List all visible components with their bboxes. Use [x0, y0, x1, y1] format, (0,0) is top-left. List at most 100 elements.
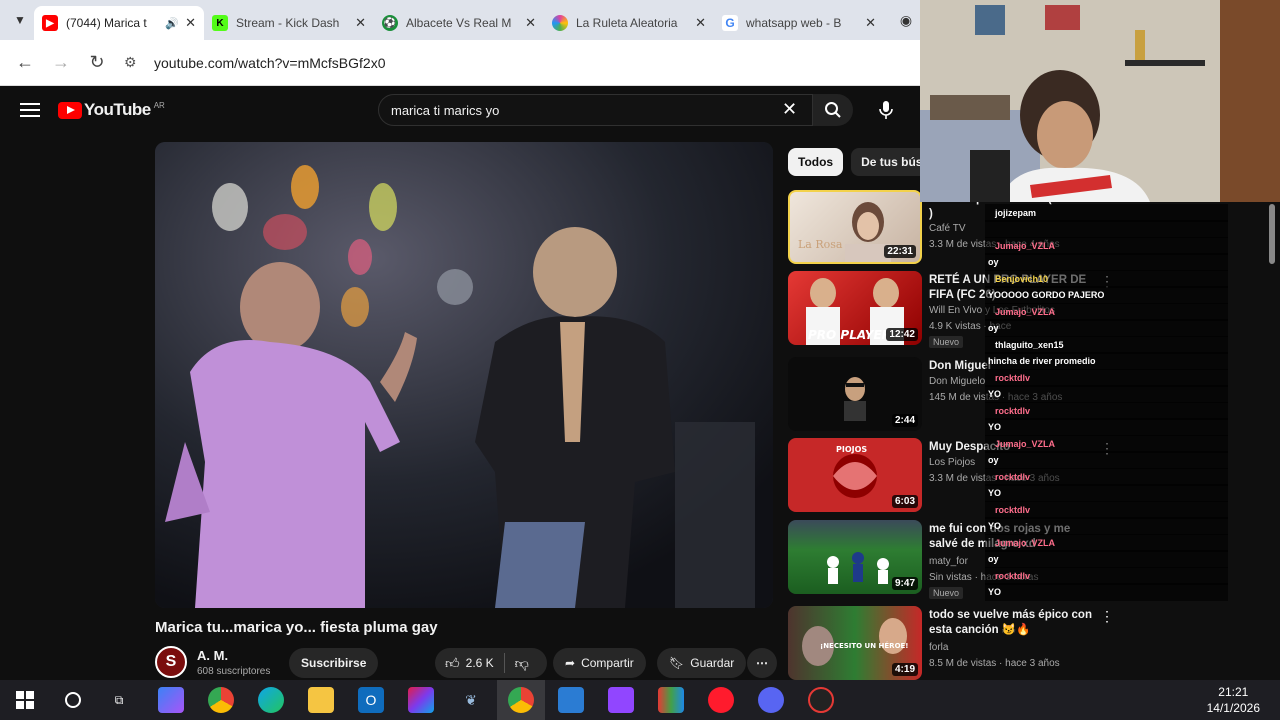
video-title[interactable]: todo se vuelve más épico con esta canció… — [929, 608, 1099, 638]
channel-name[interactable]: A. M. — [197, 648, 228, 663]
chat-username[interactable]: rocktdlv — [995, 571, 1030, 581]
microphone-icon — [879, 101, 893, 119]
video-player[interactable] — [155, 142, 773, 608]
back-button[interactable]: ← — [10, 48, 40, 78]
chat-message-body: YO — [985, 583, 1228, 601]
tab-search-dropdown[interactable]: ▼ — [6, 5, 34, 35]
list-item[interactable]: ¡NECESITO UN HÉROE! 4:19 todo se vuelve … — [788, 606, 1228, 686]
scrollbar-thumb[interactable] — [1269, 204, 1275, 264]
chip-label: Todos — [798, 155, 834, 169]
video-thumbnail[interactable]: ¡NECESITO UN HÉROE! 4:19 — [788, 606, 922, 680]
chat-text: oy — [988, 554, 999, 564]
avatar[interactable]: S — [155, 646, 187, 678]
chat-text: YO — [988, 422, 1002, 432]
search-icon[interactable] — [60, 687, 86, 713]
chrome-icon[interactable] — [208, 687, 234, 713]
chat-message-body: oy — [985, 550, 1228, 568]
forward-button[interactable]: → — [46, 48, 76, 78]
chat-username[interactable]: Jumajo_VZLA — [995, 241, 1055, 251]
tab-title: Albacete Vs Real M — [406, 16, 512, 30]
video-thumbnail[interactable]: PIOJOS 6:03 — [788, 438, 922, 512]
hamburger-menu-icon[interactable] — [20, 103, 40, 117]
winrar-icon[interactable] — [658, 687, 684, 713]
more-actions-button[interactable]: ⋯ — [747, 648, 777, 678]
video-thumbnail[interactable]: 2:44 — [788, 357, 922, 431]
channel-name[interactable]: maty_for — [929, 556, 968, 567]
windows-start-icon[interactable] — [12, 687, 38, 713]
speaker-icon[interactable]: 🔊 — [165, 17, 179, 30]
dislike-button[interactable]: 👎︎ — [505, 648, 539, 678]
share-button[interactable]: ➦ Compartir — [553, 648, 646, 678]
github-icon[interactable]: ◉ — [892, 5, 920, 35]
chrome-icon[interactable] — [508, 687, 534, 713]
video-thumbnail[interactable]: 9:47 — [788, 520, 922, 594]
copilot-icon[interactable] — [158, 687, 184, 713]
tab-roulette[interactable]: La Ruleta Aleatoria ✕ — [544, 6, 714, 40]
reload-button[interactable]: ↻ — [82, 48, 112, 78]
file-explorer-icon[interactable] — [308, 687, 334, 713]
tab-match[interactable]: ⚽ Albacete Vs Real M ✕ — [374, 6, 544, 40]
voice-search-button[interactable] — [868, 94, 904, 126]
chat-username[interactable]: Benjovich10 — [995, 274, 1048, 284]
svg-text:¡NECESITO UN HÉROE!: ¡NECESITO UN HÉROE! — [820, 641, 909, 650]
system-clock[interactable]: 21:21 14/1/2026 — [1207, 684, 1260, 716]
close-icon[interactable]: ✕ — [185, 15, 196, 31]
address-bar[interactable]: ⚙ youtube.com/watch?v=mMcfsBGf2x0 — [118, 45, 900, 80]
youtube-logo[interactable]: YouTube AR — [58, 100, 165, 120]
task-view-icon[interactable]: ⧉ — [106, 687, 132, 713]
chat-text: YO — [988, 389, 1002, 399]
channel-name[interactable]: Café TV — [929, 223, 966, 234]
opera-gx-icon[interactable] — [708, 687, 734, 713]
channel-name[interactable]: Don Miguelo — [929, 376, 985, 387]
duration-badge: 4:19 — [891, 663, 918, 676]
like-button[interactable]: 👍︎ 2.6 K — [435, 648, 504, 678]
tab-google[interactable]: G whatsapp web - B ✕ — [714, 6, 884, 40]
roulette-icon — [552, 15, 568, 31]
close-icon[interactable]: ✕ — [865, 15, 876, 31]
chat-username[interactable]: rocktdlv — [995, 472, 1030, 482]
chip-all[interactable]: Todos — [788, 148, 844, 176]
search-input[interactable]: marica ti marics yo — [378, 94, 813, 126]
chat-username[interactable]: thlaguito_xen15 — [995, 340, 1064, 350]
more-icon[interactable]: ⋮ — [1100, 608, 1114, 625]
close-icon[interactable]: ✕ — [695, 15, 706, 31]
search-button[interactable] — [813, 94, 853, 126]
chat-username[interactable]: Jumajo_VZLA — [995, 307, 1055, 317]
chat-text: oy — [988, 323, 999, 333]
channel-name[interactable]: Los Piojos — [929, 457, 975, 468]
microsoft365-icon[interactable] — [408, 687, 434, 713]
chat-username[interactable]: rocktdlv — [995, 373, 1030, 383]
chat-message-body: oy — [985, 253, 1228, 271]
windows-taskbar: ⧉ O ❦ 21:21 14/1/2026 — [0, 680, 1280, 720]
discord-icon[interactable] — [758, 687, 784, 713]
video-thumbnail[interactable]: La Rosa 22:31 — [788, 190, 922, 264]
clear-search-icon[interactable]: ✕ — [782, 99, 797, 120]
chat-username[interactable]: Jumajo_VZLA — [995, 439, 1055, 449]
close-icon[interactable]: ✕ — [525, 15, 536, 31]
avatar-letter: S — [165, 653, 177, 670]
save-button[interactable]: 🔖︎ Guardar — [657, 648, 747, 678]
twitch-icon[interactable] — [608, 687, 634, 713]
subscribe-button[interactable]: Suscribirse — [289, 648, 379, 678]
chat-username[interactable]: rocktdlv — [995, 406, 1030, 416]
chat-text: YO — [988, 488, 1002, 498]
scrollbar[interactable] — [1268, 204, 1276, 674]
store-icon[interactable] — [558, 687, 584, 713]
chat-username[interactable]: jojizepam — [995, 208, 1036, 218]
close-icon[interactable]: ✕ — [355, 15, 366, 31]
obs-icon[interactable] — [808, 687, 834, 713]
site-info-icon[interactable]: ⚙ — [124, 54, 144, 71]
feather-icon[interactable]: ❦ — [458, 687, 484, 713]
chat-username[interactable]: rocktdlv — [995, 505, 1030, 515]
chat-username[interactable]: Jumajo_VZLA — [995, 538, 1055, 548]
video-thumbnail[interactable]: PRO PLAYER 12:42 — [788, 271, 922, 345]
tab-kick[interactable]: K Stream - Kick Dash ✕ — [204, 6, 374, 40]
outlook-icon[interactable]: O — [358, 687, 384, 713]
channel-name[interactable]: forla — [929, 642, 948, 653]
edge-icon[interactable] — [258, 687, 284, 713]
video-owner-row: S A. M. 608 suscriptores Suscribirse 👍︎ 2… — [155, 646, 777, 680]
duration-badge: 12:42 — [886, 328, 918, 341]
tab-youtube[interactable]: ▶ (7044) Marica t 🔊 ✕ — [34, 6, 204, 40]
duration-badge: 6:03 — [891, 495, 918, 508]
thumbs-up-icon: 👍︎ — [445, 654, 460, 671]
